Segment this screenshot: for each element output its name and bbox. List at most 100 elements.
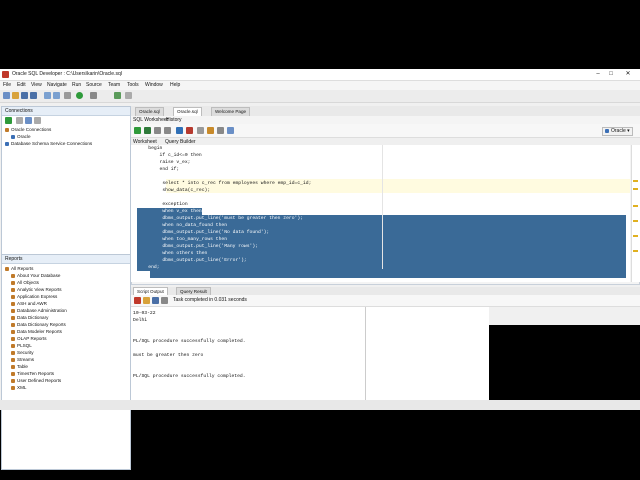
main-toolbar (0, 90, 640, 103)
report-tree-item[interactable]: Security (11, 350, 34, 355)
run-icon[interactable] (76, 92, 83, 99)
output-divider (365, 307, 366, 410)
find-icon[interactable] (227, 127, 234, 134)
folder-icon (11, 273, 15, 278)
folder-icon (11, 322, 15, 327)
report-tree-item[interactable]: ASH and AWR (11, 301, 47, 306)
folder-icon (11, 385, 15, 390)
report-tree-item[interactable]: XML (11, 385, 26, 390)
back-icon[interactable] (64, 92, 71, 99)
clear-icon[interactable] (197, 127, 204, 134)
code-line: dbms_output.put_line('No data found'); (137, 229, 270, 236)
report-tree-item[interactable]: PLSQL (11, 343, 32, 348)
tree-item-schema-service[interactable]: Database Schema Service Connections (5, 141, 92, 146)
output-line: Delhi (133, 318, 148, 323)
add-connection-icon[interactable] (5, 117, 12, 124)
save-all-icon[interactable] (30, 92, 37, 99)
video-overlay (489, 325, 640, 410)
report-tree-item[interactable]: Application Express (11, 294, 57, 299)
report-tree-item[interactable]: About Your Database (11, 273, 60, 278)
undo-icon[interactable] (44, 92, 51, 99)
commit-icon[interactable] (176, 127, 183, 134)
folder-icon (11, 308, 15, 313)
report-tree-item[interactable]: OLAP Reports (11, 336, 47, 341)
pin-icon[interactable] (134, 297, 141, 304)
connections-title: Connections (5, 108, 33, 114)
database-icon (11, 134, 15, 139)
menu-run[interactable]: Run (72, 82, 81, 88)
save-icon[interactable] (21, 92, 28, 99)
tab-oracle-sql-1[interactable]: Oracle.sql (135, 107, 164, 116)
tab-welcome-page[interactable]: Welcome Page (211, 107, 251, 116)
rollback-icon[interactable] (186, 127, 193, 134)
close-icon[interactable]: ✕ (620, 70, 636, 79)
menu-window[interactable]: Window (145, 82, 163, 88)
autotrace-icon[interactable] (164, 127, 171, 134)
folder-icon (11, 343, 15, 348)
menu-team[interactable]: Team (108, 82, 120, 88)
run-statement-icon[interactable] (134, 127, 141, 134)
open-icon[interactable] (12, 92, 19, 99)
run-script-icon[interactable] (144, 127, 151, 134)
menu-navigate[interactable]: Navigate (47, 82, 67, 88)
redo-icon[interactable] (53, 92, 60, 99)
folder-icon (11, 371, 15, 376)
filter-icon[interactable] (25, 117, 32, 124)
code-line: if c_id<=0 then (137, 153, 202, 158)
eraser-icon[interactable] (143, 297, 150, 304)
report-tree-item[interactable]: All Objects (11, 280, 39, 285)
folder-icon (11, 336, 15, 341)
folder-icon (11, 315, 15, 320)
report-tree-item[interactable]: Table (11, 364, 28, 369)
report-tree-item[interactable]: Data Modeler Reports (11, 329, 62, 334)
refresh-icon[interactable] (16, 117, 23, 124)
folder-icon (11, 280, 15, 285)
report-tree-item[interactable]: Analytic View Reports (11, 287, 62, 292)
menu-view[interactable]: View (31, 82, 42, 88)
script-output[interactable]: 10-03-22 Delhi PL/SQL procedure successful… (131, 307, 489, 410)
subtab-sql-worksheet[interactable]: SQL Worksheet (133, 117, 168, 123)
import-icon[interactable] (34, 117, 41, 124)
subtab-history[interactable]: History (166, 117, 182, 123)
menu-source[interactable]: Source (86, 82, 102, 88)
report-tree-item[interactable]: TimesTen Reports (11, 371, 54, 376)
report-tree-item[interactable]: Database Administration (11, 308, 67, 313)
menu-help[interactable]: Help (170, 82, 180, 88)
window-title: Oracle SQL Developer : C:\Users\karin\Or… (12, 71, 122, 77)
menu-tools[interactable]: Tools (127, 82, 139, 88)
editor-scroll-gutter[interactable] (631, 145, 640, 282)
code-line: when v_ex then (137, 208, 202, 215)
report-tree-item[interactable]: Data Dictionary Reports (11, 322, 66, 327)
menu-edit[interactable]: Edit (17, 82, 26, 88)
debug-icon[interactable] (90, 92, 97, 99)
report-tree-item[interactable]: All Reports (5, 266, 33, 271)
app-icon (2, 71, 9, 78)
folder-icon (5, 127, 9, 132)
folder-icon (11, 378, 15, 383)
print-icon[interactable] (161, 297, 168, 304)
worksheet-tabs: Worksheet Query Builder (131, 138, 640, 145)
explain-plan-icon[interactable] (154, 127, 161, 134)
maximize-icon[interactable]: □ (603, 70, 619, 79)
tree-item-oracle-connections[interactable]: Oracle Connections (5, 127, 51, 132)
format-icon[interactable] (207, 127, 214, 134)
history-icon[interactable] (217, 127, 224, 134)
save-output-icon[interactable] (152, 297, 159, 304)
tab-oracle-sql-2[interactable]: Oracle.sql (173, 107, 202, 116)
code-line: raise v_ex; (137, 160, 191, 165)
code-line: end if; (137, 167, 180, 172)
connection-selector[interactable]: Oracle ▾ (602, 127, 633, 136)
code-editor[interactable]: begin if c_id<=0 then raise v_ex; end if… (131, 145, 630, 282)
code-line: dbms_output.put_line('Many rows'); (137, 243, 258, 250)
report-tree-item[interactable]: Streams (11, 357, 34, 362)
new-icon[interactable] (3, 92, 10, 99)
code-line: select * into c_rec from employees where… (137, 181, 312, 186)
tree-item-oracle[interactable]: Oracle (11, 134, 31, 139)
editor-tabs: Oracle.sql Oracle.sql Welcome Page (131, 106, 640, 116)
report-tree-item[interactable]: User Defined Reports (11, 378, 61, 383)
sql-icon[interactable] (114, 92, 121, 99)
report-tree-item[interactable]: Data Dictionary (11, 315, 48, 320)
code-line: when no_data_found then (137, 222, 228, 229)
tools-icon[interactable] (125, 92, 132, 99)
menu-file[interactable]: File (3, 82, 11, 88)
